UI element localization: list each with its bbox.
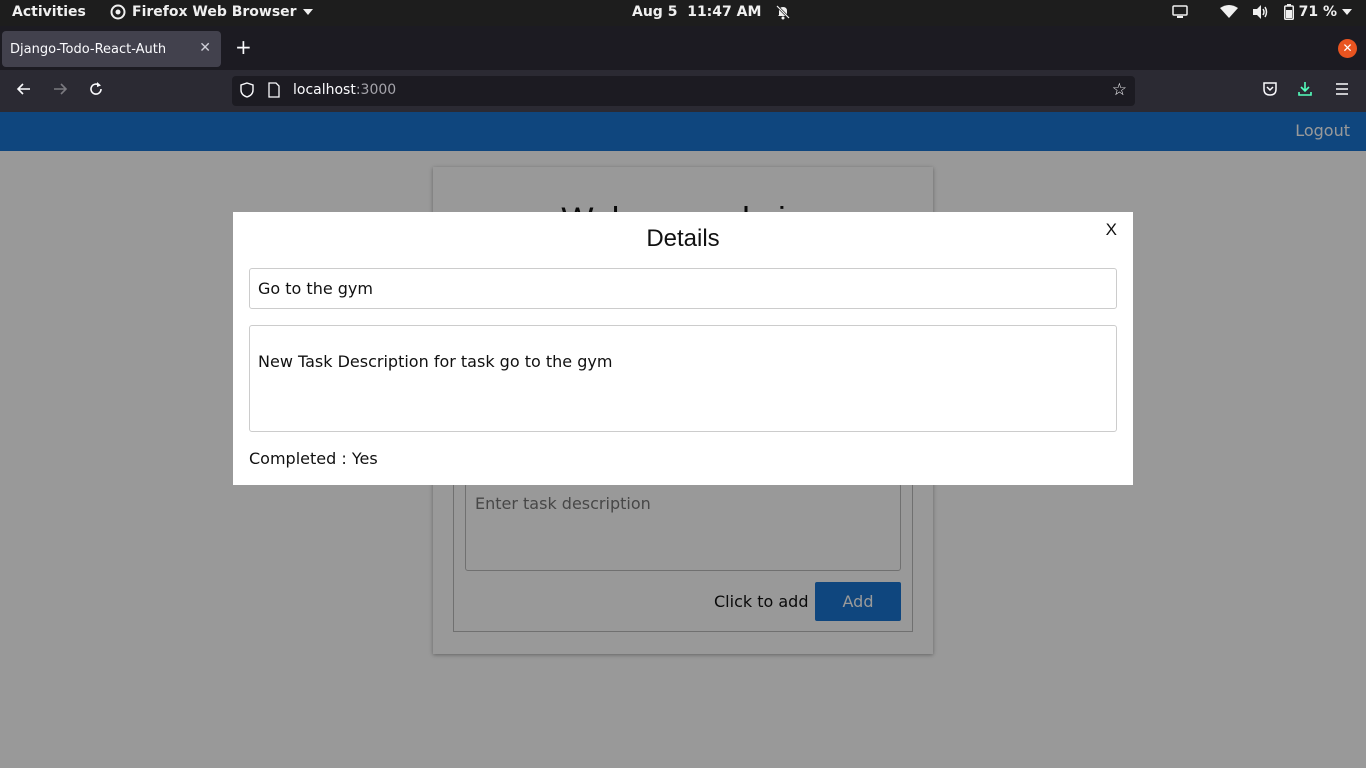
url-bar[interactable]: localhost:3000 ☆ xyxy=(232,76,1135,106)
completed-status: Completed : Yes xyxy=(249,449,378,468)
time-text: 11:47 AM xyxy=(687,4,762,20)
date-text: Aug 5 xyxy=(632,4,678,20)
modal-close-button[interactable]: X xyxy=(1106,220,1117,240)
clock[interactable]: Aug 5 11:47 AM xyxy=(632,4,791,20)
modal-title: Details xyxy=(646,225,720,252)
url-text[interactable]: localhost:3000 xyxy=(293,82,396,98)
task-description-field[interactable]: New Task Description for task go to the … xyxy=(249,325,1117,432)
chevron-down-icon xyxy=(302,9,313,15)
clock-text: Aug 5 11:47 AM xyxy=(632,4,761,20)
hamburger-menu-icon[interactable] xyxy=(1334,81,1350,97)
page-icon xyxy=(268,82,280,98)
wifi-icon xyxy=(1219,5,1238,18)
nav-toolbar: localhost:3000 ☆ xyxy=(0,70,1366,112)
battery-percent: 71 % xyxy=(1298,4,1337,20)
shield-icon[interactable] xyxy=(240,82,254,98)
page-content: Logout Welcome admin Enter task descript… xyxy=(0,112,1366,768)
system-top-bar: Activities Firefox Web Browser Aug 5 11:… xyxy=(0,0,1366,26)
tab-close-icon[interactable]: ✕ xyxy=(199,40,211,56)
bookmark-star-icon[interactable]: ☆ xyxy=(1112,80,1127,100)
details-modal: Details X Go to the gym New Task Descrip… xyxy=(233,212,1133,485)
screen-share-icon xyxy=(1171,5,1188,18)
tab-active[interactable]: Django-Todo-React-Auth ✕ xyxy=(2,31,221,67)
window-close-icon[interactable]: ✕ xyxy=(1338,39,1357,58)
tab-strip: Django-Todo-React-Auth ✕ + ✕ xyxy=(0,26,1366,70)
firefox-icon xyxy=(110,4,126,20)
back-icon[interactable] xyxy=(16,81,32,97)
app-menu[interactable]: Firefox Web Browser xyxy=(110,4,313,20)
new-tab-icon[interactable]: + xyxy=(235,36,252,58)
tab-title: Django-Todo-React-Auth xyxy=(10,41,167,57)
bell-off-icon xyxy=(776,5,791,20)
chevron-down-icon xyxy=(1342,9,1352,15)
battery-indicator: 71 % xyxy=(1283,4,1352,20)
pocket-icon[interactable] xyxy=(1262,81,1278,97)
battery-icon xyxy=(1283,4,1294,20)
url-port: :3000 xyxy=(355,82,397,98)
system-tray[interactable]: 71 % xyxy=(1171,4,1352,20)
volume-icon xyxy=(1252,5,1267,19)
reload-icon[interactable] xyxy=(88,81,104,97)
url-host: localhost xyxy=(293,82,356,98)
task-title-field[interactable]: Go to the gym xyxy=(249,268,1117,309)
activities-button[interactable]: Activities xyxy=(12,4,86,20)
forward-icon[interactable] xyxy=(52,81,68,97)
downloads-icon[interactable] xyxy=(1297,81,1313,97)
app-name: Firefox Web Browser xyxy=(132,4,297,20)
